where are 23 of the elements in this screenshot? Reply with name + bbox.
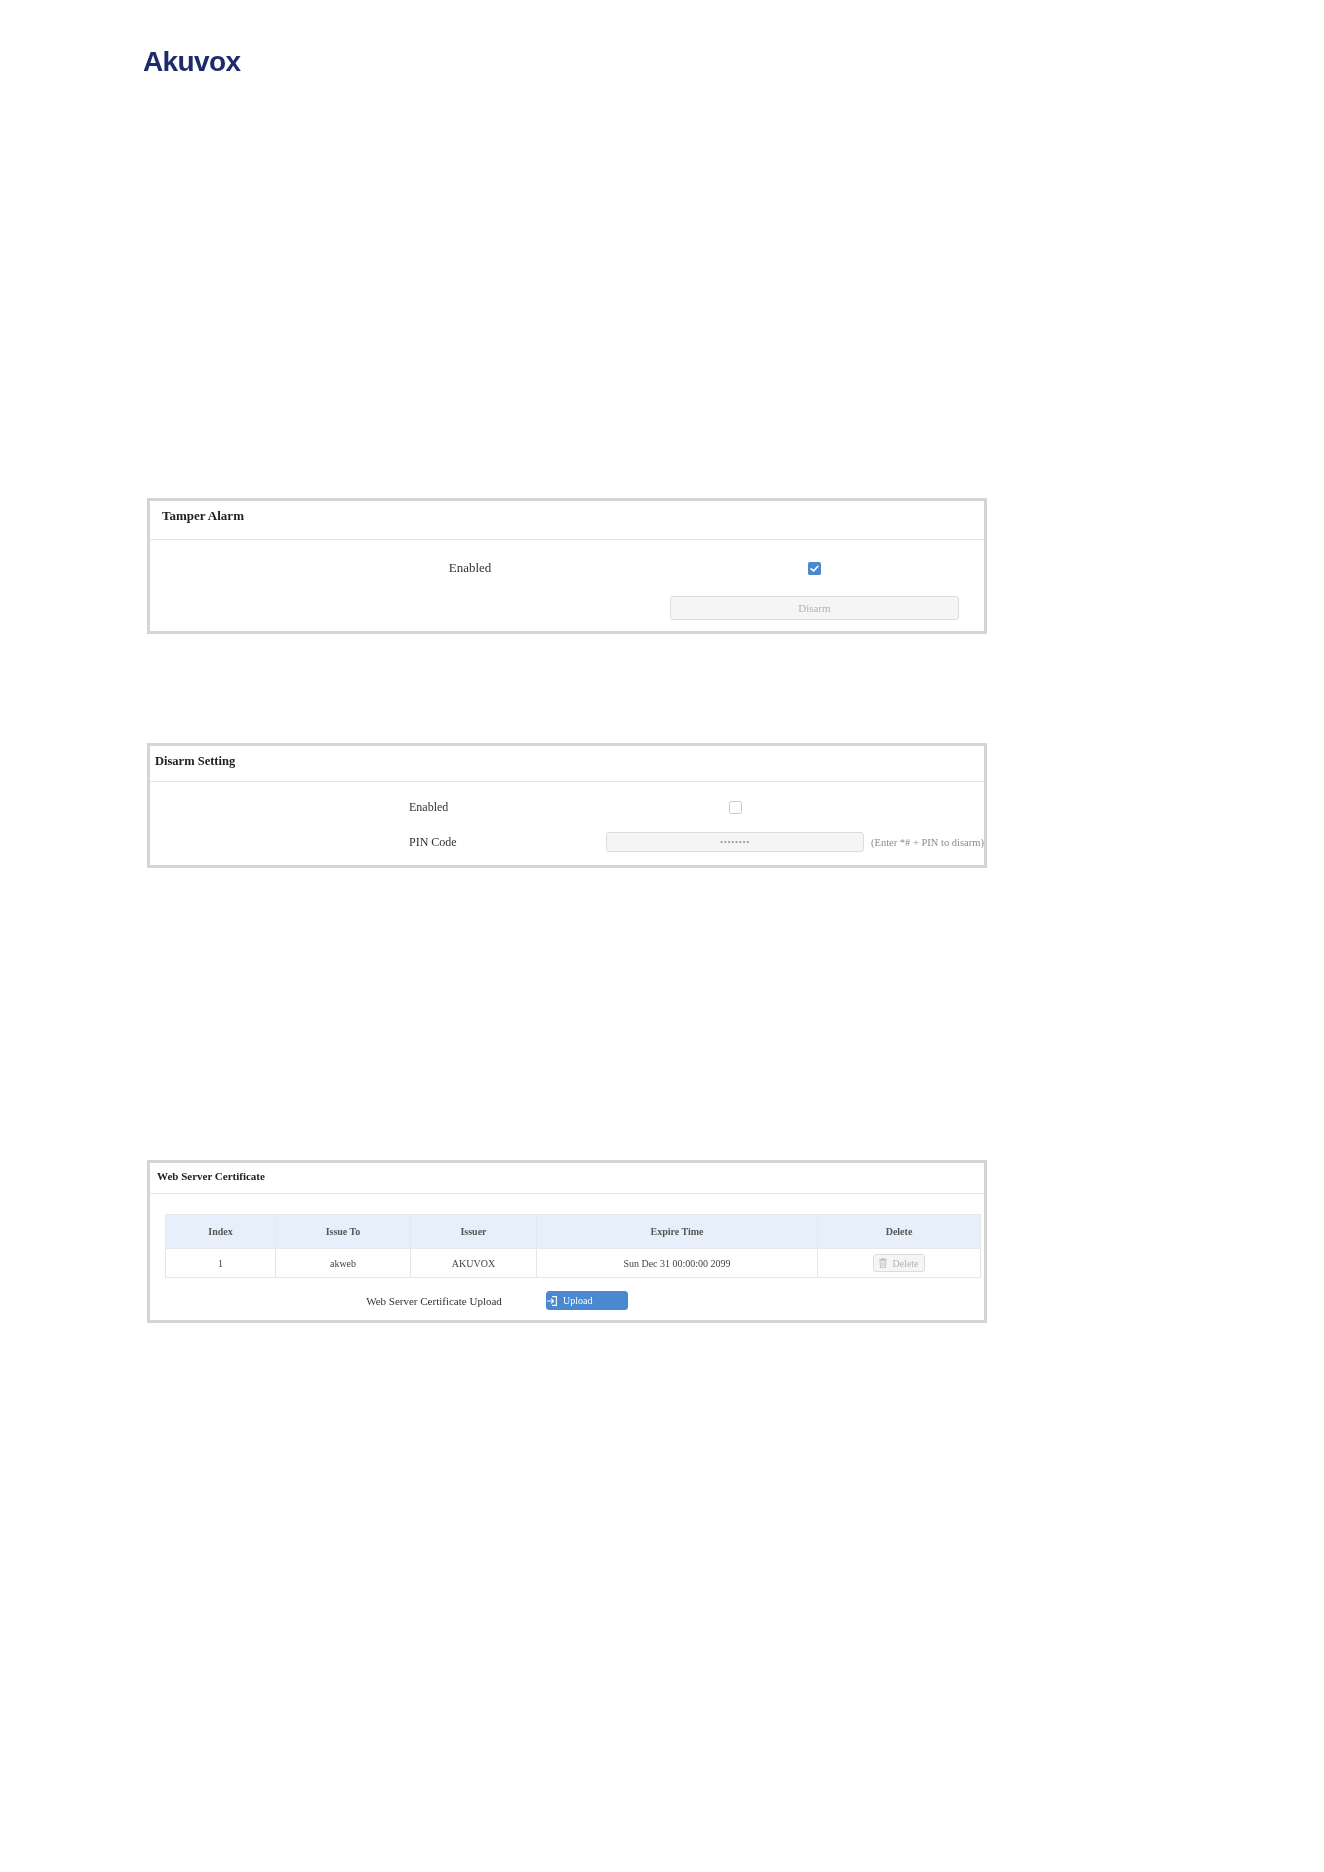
table-cell: AKUVOX [410,1248,537,1278]
table-cell: akweb [275,1248,411,1278]
column-header: Expire Time [536,1214,818,1249]
table-cell: 1 [165,1248,276,1278]
field-label: Enabled [409,799,449,815]
checkbox[interactable] [808,561,821,575]
table-cell: Sun Dec 31 00:00:00 2099 [536,1248,818,1278]
field-label: Enabled [448,560,492,576]
upload-label: Web Server Certificate Upload [366,1294,502,1307]
trash-icon [879,1258,888,1268]
column-header: Delete [817,1214,981,1249]
field-label: PIN Code [409,834,457,850]
panel-title: Tamper Alarm [162,508,244,524]
arrow-into-bracket-icon [547,1295,557,1306]
column-header: Index [165,1214,276,1249]
upload-button[interactable]: Upload [546,1291,628,1310]
panel-title: Web Server Certificate [157,1170,265,1182]
logo: Akuvox [143,46,241,78]
column-header: Issue To [275,1214,411,1249]
pin-hint: (Enter *# + PIN to disarm) [871,836,984,848]
checkbox[interactable] [728,800,742,814]
panel-title: Disarm Setting [155,753,236,769]
column-header: Issuer [410,1214,537,1249]
